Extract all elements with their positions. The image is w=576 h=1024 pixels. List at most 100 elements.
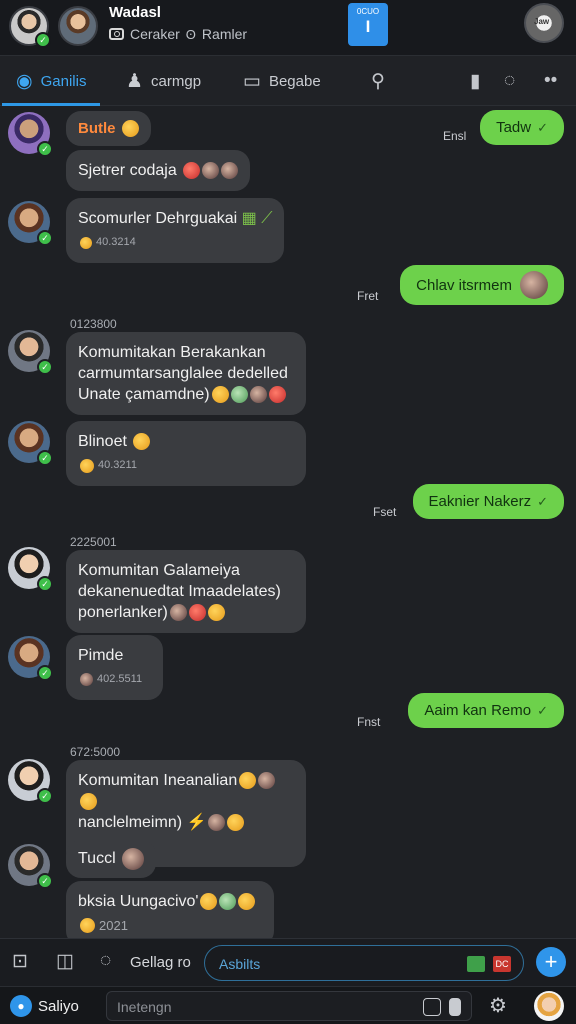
tab-label: Ganilis bbox=[40, 72, 87, 90]
emoji-icon bbox=[122, 848, 145, 870]
message-text: Eaknier Nakerz bbox=[428, 493, 532, 510]
date-separator: 2225001 bbox=[70, 535, 117, 549]
emoji-icon bbox=[80, 918, 95, 933]
subtitle-text-a: Ceraker bbox=[130, 26, 180, 42]
emoji-icon bbox=[268, 386, 286, 404]
sender-avatar[interactable]: ✓ bbox=[8, 112, 53, 157]
sender-avatar[interactable]: ✓ bbox=[8, 759, 53, 804]
gallery-icon[interactable]: ◫ bbox=[56, 950, 74, 973]
chat-subtitle: Ceraker ʘ Ramler bbox=[109, 26, 247, 42]
contact-avatar[interactable] bbox=[58, 6, 98, 46]
user-icon[interactable]: ● bbox=[10, 995, 32, 1017]
message-input[interactable] bbox=[219, 954, 449, 974]
message-line: Unate çamamdne) bbox=[78, 386, 210, 403]
outgoing-message[interactable]: Chlav itsrmem bbox=[400, 265, 564, 305]
profile-avatar[interactable]: ✓ bbox=[9, 6, 51, 48]
message-text: Pimde bbox=[78, 647, 124, 664]
message-text: Scomurler Dehrguakai bbox=[78, 210, 238, 227]
emoji-icon bbox=[208, 814, 226, 832]
outgoing-message[interactable]: Tadw ✓ bbox=[480, 110, 564, 145]
camera-icon[interactable]: ⊡ bbox=[12, 950, 28, 973]
emoji-icon bbox=[207, 604, 225, 622]
date-separator: 0123800 bbox=[70, 317, 117, 331]
emoji-icon bbox=[239, 772, 257, 790]
emoji-icon bbox=[169, 604, 187, 622]
message-bubble[interactable]: bksia Uungacivo' 2021 bbox=[66, 881, 274, 946]
online-status-icon: ✓ bbox=[37, 230, 53, 246]
emoji-icon bbox=[183, 162, 201, 180]
secondary-input[interactable] bbox=[117, 998, 397, 1016]
tab-carmgp[interactable]: ♟ carmgp bbox=[126, 56, 201, 106]
message-bubble[interactable]: Tuccl bbox=[66, 840, 157, 878]
message-bubble[interactable]: Scomurler Dehrguakai ▦ ⟋ 40.3214 bbox=[66, 198, 285, 263]
sender-avatar[interactable]: ✓ bbox=[8, 421, 53, 466]
meta-value: 40.3211 bbox=[98, 459, 137, 471]
message-line: dekanenuedtat Imaadelates) bbox=[78, 583, 281, 600]
emoji-icon bbox=[121, 120, 139, 138]
composer-label[interactable]: Gellag ro bbox=[130, 954, 191, 971]
sender-avatar[interactable]: ✓ bbox=[8, 547, 53, 592]
sender-avatar[interactable]: ✓ bbox=[8, 330, 53, 375]
folder-icon[interactable]: ▮ bbox=[470, 70, 480, 93]
flag-icon[interactable] bbox=[467, 956, 485, 972]
more-icon[interactable]: •• bbox=[544, 70, 557, 92]
tab-label: carmgp bbox=[151, 72, 202, 90]
message-bubble[interactable]: Sjetrer codaja bbox=[66, 150, 251, 191]
message-time: Fret bbox=[357, 289, 379, 303]
message-text: Sjetrer codaja bbox=[78, 162, 177, 179]
emoji-icon bbox=[200, 893, 218, 911]
message-bubble[interactable]: Pimde 402.5511 bbox=[66, 635, 163, 700]
emoji-icon bbox=[188, 604, 206, 622]
sender-avatar[interactable]: ✓ bbox=[8, 844, 53, 889]
message-bubble[interactable]: Butle bbox=[66, 111, 151, 146]
account-avatar[interactable]: Jaw bbox=[524, 3, 564, 43]
add-button[interactable]: + bbox=[536, 947, 566, 977]
camera-icon[interactable] bbox=[109, 28, 124, 40]
chat-icon[interactable]: ◌ bbox=[504, 70, 515, 92]
read-check-icon: ✓ bbox=[537, 119, 548, 135]
sender-avatar[interactable]: ✓ bbox=[8, 636, 53, 681]
message-text: bksia Uungacivo' bbox=[78, 893, 199, 910]
pc-badge-icon[interactable]: DC bbox=[493, 956, 511, 972]
online-status-icon: ✓ bbox=[37, 141, 53, 157]
search-icon[interactable]: ⚲ bbox=[371, 70, 385, 93]
date-separator: 672:5000 bbox=[70, 745, 121, 759]
message-line: nanclelmeimn) bbox=[78, 814, 183, 831]
square-icon[interactable] bbox=[449, 998, 461, 1016]
calendar-badge[interactable]: 0CUO I bbox=[348, 3, 388, 46]
timer-icon[interactable] bbox=[423, 998, 441, 1016]
emoji-icon bbox=[80, 793, 97, 811]
tab-begabe[interactable]: ▭ Begabe bbox=[243, 56, 321, 106]
message-list[interactable]: ✓ Butle Ensl Tadw ✓ Sjetrer codaja ✓ Sco… bbox=[0, 107, 576, 946]
message-line: Komumitan Galameiya bbox=[78, 562, 240, 579]
message-line: Komumitan Ineanalian bbox=[78, 772, 238, 789]
user-name[interactable]: Saliyo bbox=[38, 998, 79, 1015]
secondary-input-box[interactable] bbox=[106, 991, 472, 1021]
person-icon: ♟ bbox=[126, 70, 144, 92]
emoji-icon bbox=[80, 673, 93, 686]
message-input-box[interactable]: DC bbox=[204, 945, 524, 981]
emoji-icon bbox=[80, 236, 92, 249]
sticker-icon: ▦ ⟋ bbox=[241, 210, 273, 227]
online-status-icon: ✓ bbox=[37, 450, 53, 466]
message-time: Fset bbox=[373, 505, 397, 519]
message-bubble[interactable]: Blinoet 40.3211 bbox=[66, 421, 306, 486]
message-bubble[interactable]: Komumitakan Berakankan carmumtarsanglale… bbox=[66, 332, 306, 415]
profile-avatar[interactable] bbox=[534, 991, 564, 1021]
chat-icon[interactable]: ◌ bbox=[100, 950, 111, 972]
badge-caption: 0CUO bbox=[356, 7, 380, 16]
top-header: ✓ Wadasl Ceraker ʘ Ramler 0CUO I Jaw bbox=[0, 0, 576, 56]
tab-ganilis[interactable]: ◉ Ganilis bbox=[1, 56, 101, 106]
read-check-icon: ✓ bbox=[537, 702, 548, 718]
online-status-icon: ✓ bbox=[35, 32, 51, 48]
sender-name: Butle bbox=[78, 120, 116, 137]
meta-value: 2021 bbox=[99, 918, 128, 933]
emoji-icon bbox=[249, 386, 267, 404]
gear-icon[interactable]: ⚙ bbox=[489, 993, 507, 1018]
read-check-icon: ✓ bbox=[537, 493, 548, 509]
message-bubble[interactable]: Komumitan Galameiya dekanenuedtat Imaade… bbox=[66, 550, 306, 633]
outgoing-message[interactable]: Eaknier Nakerz ✓ bbox=[412, 484, 564, 519]
emoji-icon bbox=[227, 814, 245, 832]
outgoing-message[interactable]: Aaim kan Remo ✓ bbox=[408, 693, 564, 728]
sender-avatar[interactable]: ✓ bbox=[8, 201, 53, 246]
